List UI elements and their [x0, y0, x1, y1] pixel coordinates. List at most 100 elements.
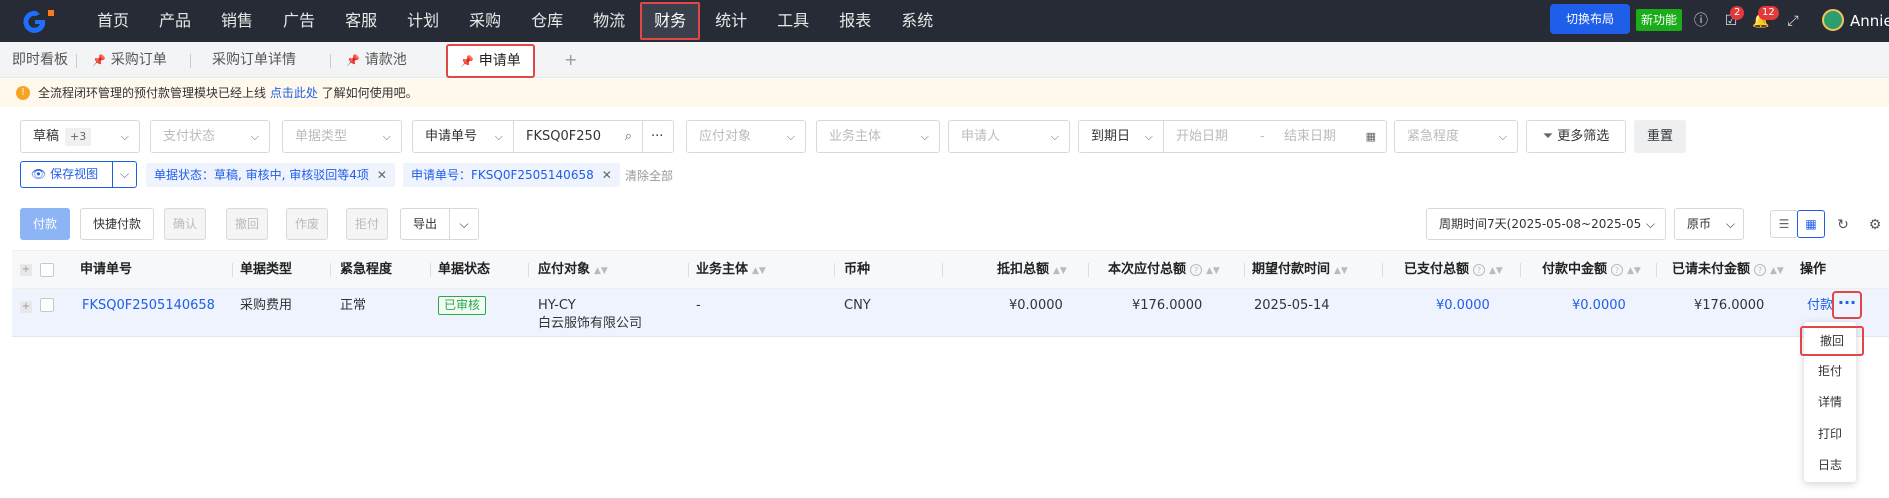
select-all-checkbox[interactable] [40, 263, 54, 277]
list-view-icon[interactable]: ☰ [1770, 210, 1798, 238]
currency-select[interactable]: 原币 ⌵ [1674, 208, 1744, 240]
tab-dashboard[interactable]: 即时看板 [12, 42, 68, 78]
menu-stats[interactable]: 统计 [700, 0, 762, 42]
cell-paid-total[interactable]: ¥0.0000 [1436, 297, 1490, 314]
help-icon[interactable]: ? [1190, 264, 1203, 276]
col-currency[interactable]: 币种 [844, 251, 870, 288]
menu-tools[interactable]: 工具 [762, 0, 824, 42]
help-icon[interactable]: ? [1611, 264, 1624, 276]
switch-layout-button[interactable]: 切换布局 [1550, 4, 1630, 34]
menu-item-withdraw[interactable]: 撤回 [1800, 326, 1864, 356]
row-pay-link[interactable]: 付款 [1807, 297, 1833, 314]
menu-service[interactable]: 客服 [330, 0, 392, 42]
col-paying-amount[interactable]: 付款中金额? ▲▼ [1542, 251, 1641, 288]
applicant-filter[interactable]: 申请人 ⌵ [948, 120, 1070, 153]
tab-application[interactable]: 📌 申请单 [446, 44, 535, 78]
more-dots-button[interactable]: ··· [642, 120, 674, 153]
save-view-button[interactable]: 👁 保存视图 ⌵ [20, 161, 137, 188]
menu-sales[interactable]: 销售 [206, 0, 268, 42]
export-dropdown-toggle[interactable]: ⌵ [449, 208, 479, 240]
settings-icon[interactable]: ⚙ [1866, 216, 1884, 234]
menu-purchase[interactable]: 采购 [454, 0, 516, 42]
menu-finance[interactable]: 财务 [640, 2, 701, 40]
menu-plan[interactable]: 计划 [392, 0, 454, 42]
pay-button[interactable]: 付款 [20, 208, 70, 240]
menu-item-detail[interactable]: 详情 [1804, 390, 1856, 414]
export-button[interactable]: 导出 [400, 208, 450, 240]
status-filter[interactable]: 草稿 +3 ⌵ [20, 120, 140, 153]
table-row[interactable]: + FKSQ0F2505140658 采购费用 正常 HY-CY 白云服饰有限公… [12, 289, 1889, 337]
col-expected-date[interactable]: 期望付款时间 ▲▼ [1252, 251, 1348, 288]
search-icon[interactable]: ⌕ [625, 121, 632, 152]
new-feature-button[interactable]: 新功能 [1636, 9, 1682, 31]
entity-filter[interactable]: 业务主体 ⌵ [816, 120, 940, 153]
pay-status-filter[interactable]: 支付状态 ⌵ [150, 120, 270, 153]
help-icon[interactable]: ? [1473, 264, 1486, 276]
tab-payment-pool[interactable]: 📌 请款池 [346, 42, 407, 78]
help-icon[interactable]: ⓘ [1692, 12, 1710, 30]
apply-no-input[interactable]: FKSQ0F250 ⌕ [513, 120, 643, 153]
apply-no-link[interactable]: FKSQ0F2505140658 [82, 297, 215, 314]
sort-icon[interactable]: ▲▼ [1627, 266, 1641, 276]
user-name[interactable]: Annie [1850, 12, 1889, 30]
chevron-down-icon[interactable]: ⌵ [112, 162, 136, 187]
menu-reports[interactable]: 报表 [824, 0, 886, 42]
apply-no-type-select[interactable]: 申请单号 ⌵ [412, 120, 514, 153]
menu-product[interactable]: 产品 [144, 0, 206, 42]
col-unpaid-amount[interactable]: 已请未付金额? ▲▼ [1672, 251, 1784, 288]
col-payee[interactable]: 应付对象 ▲▼ [538, 251, 608, 288]
col-payable-total[interactable]: 本次应付总额? ▲▼ [1108, 251, 1220, 288]
col-status[interactable]: 单据状态 [438, 251, 490, 288]
expand-all-icon[interactable]: + [20, 264, 32, 276]
col-entity[interactable]: 业务主体 ▲▼ [696, 251, 766, 288]
urgency-filter[interactable]: 紧急程度 ⌵ [1394, 120, 1518, 153]
filter-tag-status[interactable]: 单据状态：草稿, 审核中, 审核驳回等4项 ✕ [146, 163, 395, 187]
period-select[interactable]: 周期时间7天(2025-05-08~2025-05 ⌵ [1426, 208, 1666, 240]
menu-home[interactable]: 首页 [82, 0, 144, 42]
due-date-type-select[interactable]: 到期日 ⌵ [1078, 120, 1164, 153]
menu-ads[interactable]: 广告 [268, 0, 330, 42]
add-tab-button[interactable]: + [564, 42, 577, 78]
tab-purchase-order[interactable]: 📌 采购订单 [92, 42, 167, 78]
withdraw-button[interactable]: 撤回 [226, 208, 268, 240]
fullscreen-icon[interactable]: ⤢ [1784, 12, 1802, 30]
sort-icon[interactable]: ▲▼ [1334, 266, 1348, 276]
menu-item-log[interactable]: 日志 [1804, 453, 1856, 477]
close-icon[interactable]: ✕ [602, 168, 612, 182]
notice-link[interactable]: 点击此处 [270, 86, 318, 100]
quick-pay-button[interactable]: 快捷付款 [80, 208, 154, 240]
confirm-button[interactable]: 确认 [164, 208, 206, 240]
more-actions-button[interactable]: ··· [1832, 291, 1862, 319]
reject-button[interactable]: 拒付 [346, 208, 388, 240]
reset-button[interactable]: 重置 [1634, 120, 1686, 153]
date-range-input[interactable]: 开始日期 - 结束日期 ▦ [1163, 120, 1387, 153]
expand-row-icon[interactable]: + [20, 301, 32, 313]
menu-item-reject[interactable]: 拒付 [1804, 359, 1856, 383]
doc-type-filter[interactable]: 单据类型 ⌵ [282, 120, 402, 153]
sort-icon[interactable]: ▲▼ [1053, 266, 1067, 276]
col-apply-no[interactable]: 申请单号 [80, 251, 132, 288]
filter-tag-apply-no[interactable]: 申请单号：FKSQ0F2505140658 ✕ [403, 163, 620, 187]
col-urgency[interactable]: 紧急程度 [340, 251, 392, 288]
menu-warehouse[interactable]: 仓库 [516, 0, 578, 42]
help-icon[interactable]: ? [1754, 264, 1767, 276]
payee-filter[interactable]: 应付对象 ⌵ [686, 120, 806, 153]
more-filters-button[interactable]: ⏷ 更多筛选 [1526, 120, 1626, 153]
col-paid-total[interactable]: 已支付总额? ▲▼ [1404, 251, 1503, 288]
menu-item-print[interactable]: 打印 [1804, 422, 1856, 446]
close-icon[interactable]: ✕ [377, 168, 387, 182]
menu-logistics[interactable]: 物流 [578, 0, 640, 42]
row-checkbox[interactable] [40, 298, 54, 312]
sort-icon[interactable]: ▲▼ [1770, 266, 1784, 276]
menu-system[interactable]: 系统 [886, 0, 948, 42]
sort-icon[interactable]: ▲▼ [1206, 266, 1220, 276]
col-deduct-total[interactable]: 抵扣总额 ▲▼ [997, 251, 1067, 288]
sort-icon[interactable]: ▲▼ [1489, 266, 1503, 276]
tab-purchase-order-detail[interactable]: 采购订单详情 [212, 42, 296, 78]
sort-icon[interactable]: ▲▼ [594, 266, 608, 276]
col-doc-type[interactable]: 单据类型 [240, 251, 292, 288]
logo-icon[interactable] [18, 8, 62, 34]
refresh-icon[interactable]: ↻ [1834, 216, 1852, 234]
void-button[interactable]: 作废 [286, 208, 328, 240]
sort-icon[interactable]: ▲▼ [752, 266, 766, 276]
